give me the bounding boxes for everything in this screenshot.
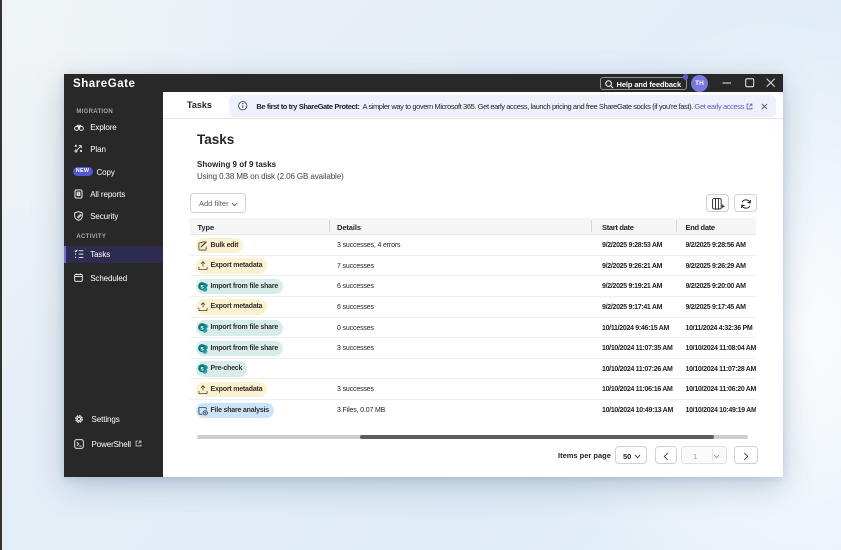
svg-text:s: s	[200, 366, 204, 373]
svg-text:s: s	[200, 345, 204, 352]
svg-text:s: s	[200, 325, 204, 332]
svg-text:s: s	[200, 283, 204, 290]
